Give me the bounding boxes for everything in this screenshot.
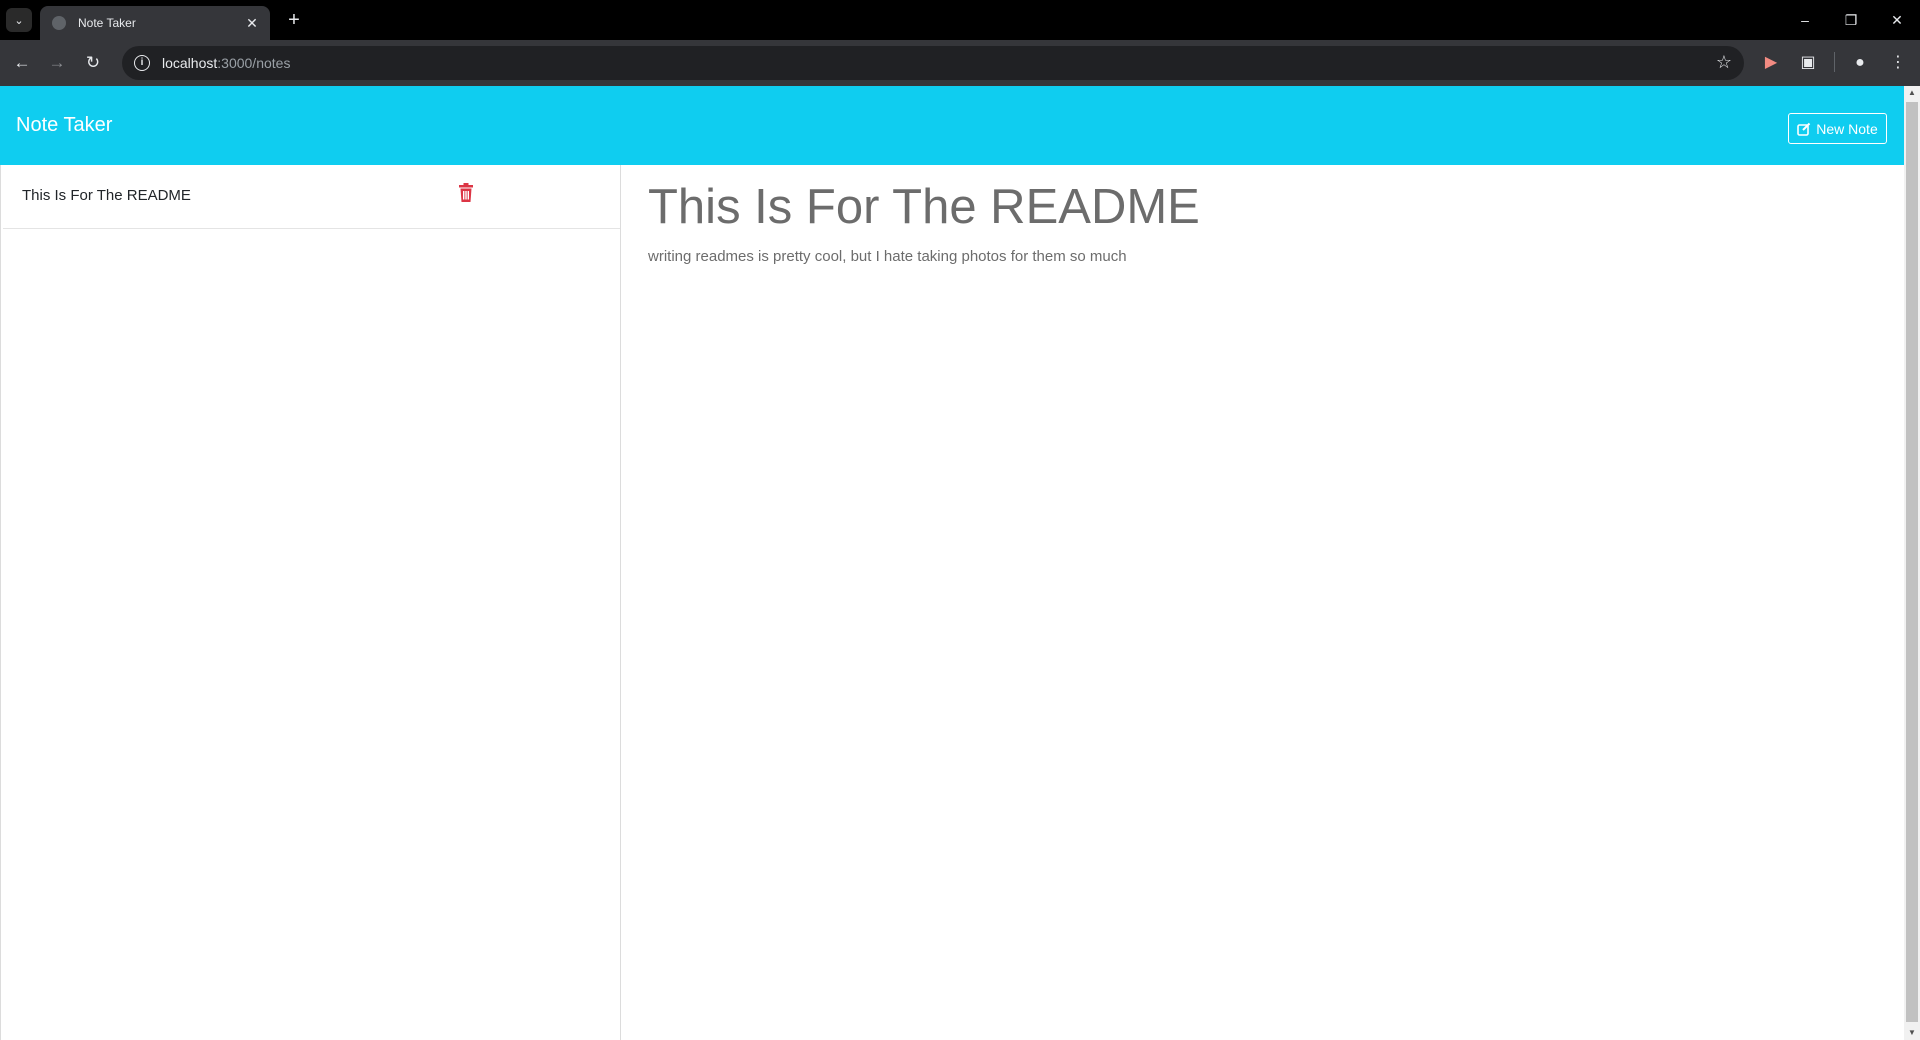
tab-close-icon[interactable]: ✕ <box>244 15 260 32</box>
scroll-down-icon[interactable]: ▼ <box>1904 1026 1920 1040</box>
scroll-up-icon[interactable]: ▲ <box>1904 86 1920 100</box>
scroll-thumb[interactable] <box>1906 102 1918 1022</box>
tab-search-icon[interactable]: ⌄ <box>6 8 32 32</box>
browser-menu-icon[interactable]: ⋮ <box>1886 51 1910 75</box>
new-note-label: New Note <box>1816 120 1878 137</box>
bookmark-star-icon[interactable]: ☆ <box>1716 52 1732 73</box>
toolbar-divider <box>1834 52 1835 72</box>
site-info-icon[interactable]: i <box>134 55 150 71</box>
profile-avatar-icon[interactable]: ● <box>1848 51 1872 75</box>
note-editor: This Is For The README writing readmes i… <box>622 165 1904 1040</box>
note-list-item[interactable]: This Is For The README <box>3 165 620 229</box>
browser-tab[interactable]: Note Taker ✕ <box>40 6 270 40</box>
page-scrollbar[interactable]: ▲ ▼ <box>1904 86 1920 1040</box>
app-brand[interactable]: Note Taker <box>16 114 112 137</box>
globe-icon <box>52 16 66 30</box>
back-icon[interactable]: ← <box>8 49 36 77</box>
browser-toolbar: ← → ↻ i localhost:3000/notes ☆ ▶ ▣ ● ⋮ <box>0 40 1920 86</box>
reload-icon[interactable]: ↻ <box>79 49 107 77</box>
window-close-icon[interactable]: ✕ <box>1882 8 1912 32</box>
forward-icon[interactable]: → <box>43 49 71 77</box>
minimize-icon[interactable]: – <box>1790 8 1820 32</box>
browser-tab-strip: ⌄ Note Taker ✕ + – ❐ ✕ <box>0 0 1920 40</box>
extension-record-icon[interactable]: ▶ <box>1759 51 1783 75</box>
trash-icon[interactable] <box>458 183 474 203</box>
notes-list: This Is For The README <box>0 165 621 1040</box>
new-tab-icon[interactable]: + <box>282 8 306 32</box>
address-bar[interactable]: i localhost:3000/notes ☆ <box>122 46 1744 80</box>
extensions-puzzle-icon[interactable]: ▣ <box>1796 51 1820 75</box>
page: Note Taker New Note This Is For The READ… <box>0 86 1904 1040</box>
note-title-input[interactable]: This Is For The README <box>648 179 1848 235</box>
restore-icon[interactable]: ❐ <box>1836 8 1866 32</box>
new-note-button[interactable]: New Note <box>1788 113 1887 144</box>
note-list-item-title[interactable]: This Is For The README <box>22 187 191 204</box>
tab-title: Note Taker <box>78 16 136 30</box>
app-navbar: Note Taker New Note <box>0 86 1904 165</box>
url-text: localhost:3000/notes <box>162 55 291 71</box>
edit-icon <box>1797 122 1811 136</box>
note-text-area[interactable]: writing readmes is pretty cool, but I ha… <box>648 248 1848 265</box>
